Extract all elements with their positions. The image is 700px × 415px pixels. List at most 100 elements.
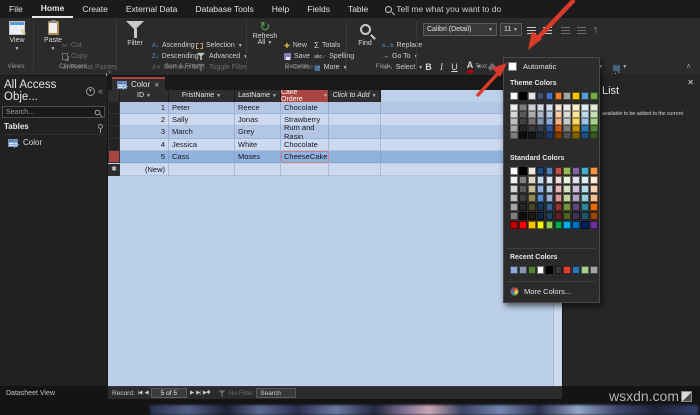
color-swatch[interactable] xyxy=(563,266,572,274)
automatic-color-option[interactable]: Automatic xyxy=(508,62,556,71)
standard-color-swatch[interactable] xyxy=(518,176,527,184)
standard-color-swatch[interactable] xyxy=(518,221,527,229)
standard-color-swatch[interactable] xyxy=(572,203,581,211)
standard-color-swatch[interactable] xyxy=(581,176,589,184)
color-swatch[interactable] xyxy=(554,92,563,100)
new-row-selector[interactable]: ✱ xyxy=(108,163,120,176)
theme-variation-swatch[interactable] xyxy=(536,111,545,118)
theme-variation-swatch[interactable] xyxy=(563,118,572,125)
tab-external-data[interactable]: External Data xyxy=(117,0,187,18)
standard-color-swatch[interactable] xyxy=(545,167,554,175)
theme-variation-swatch[interactable] xyxy=(545,132,554,139)
table-cell[interactable]: 5 xyxy=(120,151,169,164)
table-cell[interactable]: Reece xyxy=(235,101,281,114)
row-selector[interactable] xyxy=(108,126,120,139)
table-cell[interactable]: 3 xyxy=(120,126,169,139)
standard-color-swatch[interactable] xyxy=(572,185,581,193)
column-header-cake-ordere[interactable]: Cake Ordere ▼ xyxy=(281,90,329,103)
first-record-icon[interactable]: |◀ xyxy=(138,390,143,396)
row-selector[interactable] xyxy=(108,138,120,152)
table-cell[interactable]: 4 xyxy=(120,138,169,152)
tab-create[interactable]: Create xyxy=(73,0,117,18)
theme-variation-swatch[interactable] xyxy=(572,132,581,139)
column-dropdown-icon[interactable]: ▼ xyxy=(323,93,328,99)
theme-variation-swatch[interactable] xyxy=(554,118,563,125)
standard-color-swatch[interactable] xyxy=(590,221,598,229)
theme-variation-swatch[interactable] xyxy=(527,111,536,118)
theme-variation-swatch[interactable] xyxy=(518,125,527,132)
filter-button[interactable]: Filter xyxy=(120,21,150,61)
spelling-button[interactable]: abc✓ Spelling xyxy=(314,51,354,62)
color-swatch[interactable] xyxy=(581,266,589,274)
tell-me-box[interactable]: Tell me what you want to do xyxy=(385,4,501,14)
decrease-indent-button[interactable] xyxy=(561,25,570,36)
table-cell[interactable]: CheeseCake xyxy=(281,151,329,164)
cut-button[interactable]: ✂ Cut xyxy=(62,40,82,51)
theme-variation-swatch[interactable] xyxy=(581,104,589,111)
close-panel-icon[interactable]: ✕ xyxy=(687,78,694,87)
previous-record-icon[interactable]: ◀ xyxy=(144,390,148,396)
shutter-close-icon[interactable]: « xyxy=(98,86,103,96)
standard-color-swatch[interactable] xyxy=(510,167,518,175)
standard-color-swatch[interactable] xyxy=(590,194,598,202)
standard-color-swatch[interactable] xyxy=(510,221,518,229)
theme-variation-swatch[interactable] xyxy=(510,125,518,132)
theme-variation-swatch[interactable] xyxy=(563,132,572,139)
tab-fields[interactable]: Fields xyxy=(298,0,339,18)
table-cell[interactable]: 2 xyxy=(120,113,169,127)
standard-color-swatch[interactable] xyxy=(527,212,536,220)
more-colors-option[interactable]: More Colors... xyxy=(510,287,571,296)
theme-variation-swatch[interactable] xyxy=(518,111,527,118)
selection-button[interactable]: Selection ▼ xyxy=(196,40,243,51)
color-swatch[interactable] xyxy=(554,266,563,274)
tab-file[interactable]: File xyxy=(0,0,32,18)
table-cell[interactable] xyxy=(329,113,381,127)
table-cell[interactable]: 1 xyxy=(120,101,169,114)
standard-color-swatch[interactable] xyxy=(581,167,589,175)
theme-variation-swatch[interactable] xyxy=(590,125,598,132)
standard-color-swatch[interactable] xyxy=(527,176,536,184)
standard-color-swatch[interactable] xyxy=(590,167,598,175)
color-swatch[interactable] xyxy=(518,266,527,274)
standard-color-swatch[interactable] xyxy=(581,203,589,211)
theme-variation-swatch[interactable] xyxy=(572,125,581,132)
column-dropdown-icon[interactable]: ▼ xyxy=(372,93,377,99)
standard-color-swatch[interactable] xyxy=(518,203,527,211)
color-swatch[interactable] xyxy=(527,266,536,274)
theme-variation-swatch[interactable] xyxy=(545,104,554,111)
table-cell[interactable] xyxy=(235,163,281,176)
theme-variation-swatch[interactable] xyxy=(581,125,589,132)
standard-color-swatch[interactable] xyxy=(545,221,554,229)
color-swatch[interactable] xyxy=(572,266,581,274)
color-swatch[interactable] xyxy=(545,92,554,100)
standard-color-swatch[interactable] xyxy=(590,176,598,184)
standard-color-swatch[interactable] xyxy=(572,194,581,202)
color-swatch[interactable] xyxy=(563,92,572,100)
theme-variation-swatch[interactable] xyxy=(545,125,554,132)
close-tab-icon[interactable]: ✕ xyxy=(154,81,159,89)
color-swatch[interactable] xyxy=(590,92,598,100)
column-header-fristname[interactable]: FristName ▼ xyxy=(169,90,235,102)
standard-color-swatch[interactable] xyxy=(536,194,545,202)
color-swatch[interactable] xyxy=(590,266,598,274)
tab-home[interactable]: Home xyxy=(31,0,74,18)
tab-help[interactable]: Help xyxy=(263,0,298,18)
table-cell[interactable]: (New) xyxy=(120,163,169,176)
theme-variation-swatch[interactable] xyxy=(554,125,563,132)
theme-variation-swatch[interactable] xyxy=(510,118,518,125)
standard-color-swatch[interactable] xyxy=(590,203,598,211)
standard-color-swatch[interactable] xyxy=(518,212,527,220)
theme-variation-swatch[interactable] xyxy=(572,111,581,118)
table-cell[interactable]: Grey xyxy=(235,126,281,139)
standard-color-swatch[interactable] xyxy=(518,194,527,202)
standard-color-swatch[interactable] xyxy=(527,221,536,229)
column-header-id[interactable]: ID ▼ xyxy=(120,90,169,102)
standard-color-swatch[interactable] xyxy=(554,203,563,211)
standard-color-swatch[interactable] xyxy=(572,167,581,175)
column-header-click-to-add[interactable]: Click to Add ▼ xyxy=(329,90,381,102)
underline-button[interactable]: U xyxy=(449,59,460,75)
view-button[interactable]: ✎ View ▼ xyxy=(2,21,32,61)
last-record-icon[interactable]: ▶| xyxy=(196,390,201,396)
table-cell[interactable] xyxy=(329,151,381,164)
standard-color-swatch[interactable] xyxy=(563,176,572,184)
